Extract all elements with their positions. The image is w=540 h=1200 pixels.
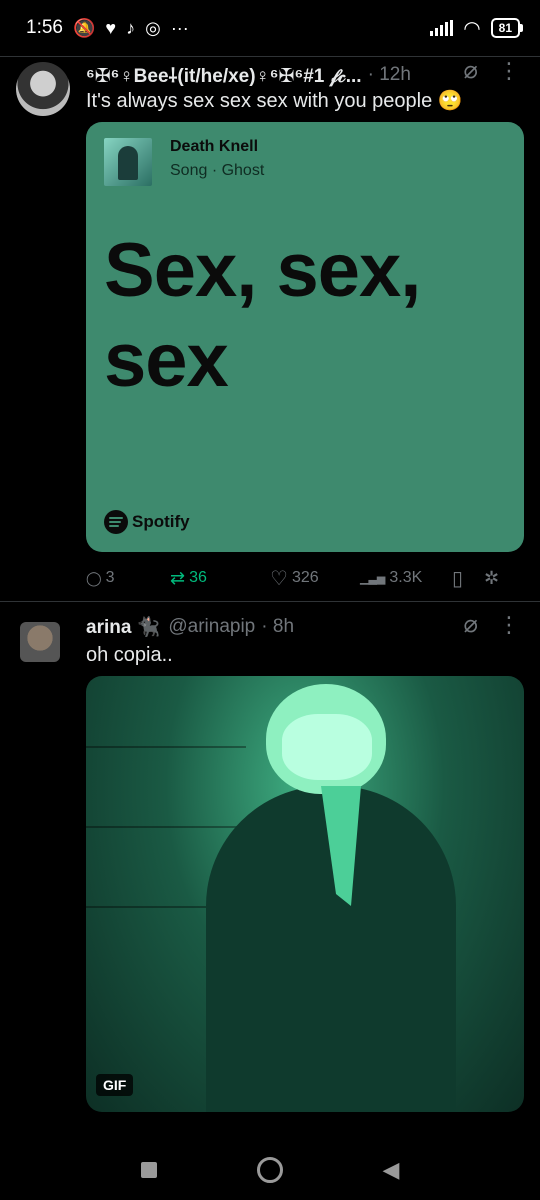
- views-button[interactable]: ▁▃▅ 3.3K: [360, 569, 452, 587]
- author-name[interactable]: ⁶✠⁶♀Bee⸸(it/he/xe)♀⁶✠⁶#1 𝒻𝒸...: [86, 62, 362, 88]
- recents-button[interactable]: [140, 1162, 157, 1178]
- status-right: ◠ 81: [430, 16, 524, 41]
- spotify-card[interactable]: Death Knell Song · Ghost Sex, sex, sex S…: [86, 122, 524, 552]
- status-bar: 1:56 🔕 ♥ ♪ ◎ ··· ◠ 81: [0, 0, 540, 56]
- share-button[interactable]: ✲: [484, 568, 499, 589]
- like-button[interactable]: ♡ 326: [270, 566, 360, 591]
- author-name[interactable]: arina 🐈‍⬛: [86, 615, 160, 639]
- reply-count: 3: [105, 569, 115, 586]
- grok-icon[interactable]: ⌀: [464, 610, 478, 639]
- gif-media[interactable]: GIF: [86, 676, 524, 1112]
- repost-icon: ⇄: [170, 567, 186, 588]
- bookmark-button[interactable]: ▯: [452, 566, 484, 591]
- spotify-brand: Spotify: [132, 512, 190, 531]
- battery-icon: 81: [490, 18, 524, 38]
- tweet-time[interactable]: · 12h: [368, 64, 411, 86]
- mute-bell-icon: 🔕: [72, 17, 96, 38]
- wall-detail: [86, 826, 246, 828]
- reply-button[interactable]: ◯ 3: [86, 569, 170, 587]
- repost-button[interactable]: ⇄ 36: [170, 568, 270, 589]
- views-count: 3.3K: [389, 569, 423, 586]
- reply-icon: ◯: [86, 569, 102, 586]
- share-icon: ✲: [484, 567, 500, 588]
- home-button[interactable]: [256, 1157, 283, 1183]
- wifi-icon: ◠: [463, 17, 481, 40]
- signal-icon: [430, 20, 454, 36]
- more-notifications-icon: ···: [170, 17, 189, 38]
- bookmark-icon: ▯: [452, 567, 464, 590]
- tweet-text: It's always sex sex sex with you people …: [86, 90, 463, 112]
- instagram-icon: ◎: [145, 17, 161, 38]
- song-title: Death Knell: [170, 138, 259, 155]
- grok-icon[interactable]: ⌀: [464, 56, 478, 85]
- back-button[interactable]: ◀: [383, 1157, 400, 1183]
- repost-count: 36: [189, 569, 207, 586]
- status-left: 1:56 🔕 ♥ ♪ ◎ ···: [26, 17, 189, 39]
- like-icon: ♡: [270, 567, 288, 590]
- tweet-text: oh copia..: [86, 644, 173, 666]
- status-time: 1:56: [26, 17, 63, 38]
- album-art: [104, 138, 152, 186]
- tiktok-icon: ♪: [126, 17, 136, 38]
- like-count: 326: [291, 569, 319, 586]
- tweet-time[interactable]: · 8h: [261, 616, 294, 638]
- figure-face: [282, 714, 372, 780]
- spotify-logo: Spotify: [104, 510, 190, 534]
- wall-detail: [86, 746, 246, 748]
- lyric-text: Sex, sex, sex: [104, 228, 421, 403]
- spotify-icon: [104, 510, 128, 534]
- tweet-header: arina 🐈‍⬛ @arinapip · 8h: [86, 612, 526, 642]
- gif-badge: GIF: [96, 1074, 134, 1096]
- author-handle[interactable]: @arinapip: [168, 616, 255, 638]
- tweet-header: ⁶✠⁶♀Bee⸸(it/he/xe)♀⁶✠⁶#1 𝒻𝒸... · 12h: [86, 60, 526, 90]
- song-meta: Song · Ghost: [170, 162, 265, 179]
- avatar[interactable]: [20, 622, 60, 662]
- system-nav-bar: ◀: [0, 1140, 540, 1200]
- heart-icon: ♥: [105, 17, 117, 38]
- more-options-icon[interactable]: ⋮: [498, 58, 520, 84]
- views-icon: ▁▃▅: [360, 572, 386, 585]
- tweet-actions: ◯ 3 ⇄ 36 ♡ 326 ▁▃▅ 3.3K ▯ ✲: [86, 566, 520, 590]
- avatar[interactable]: [16, 62, 70, 116]
- more-options-icon[interactable]: ⋮: [498, 612, 520, 638]
